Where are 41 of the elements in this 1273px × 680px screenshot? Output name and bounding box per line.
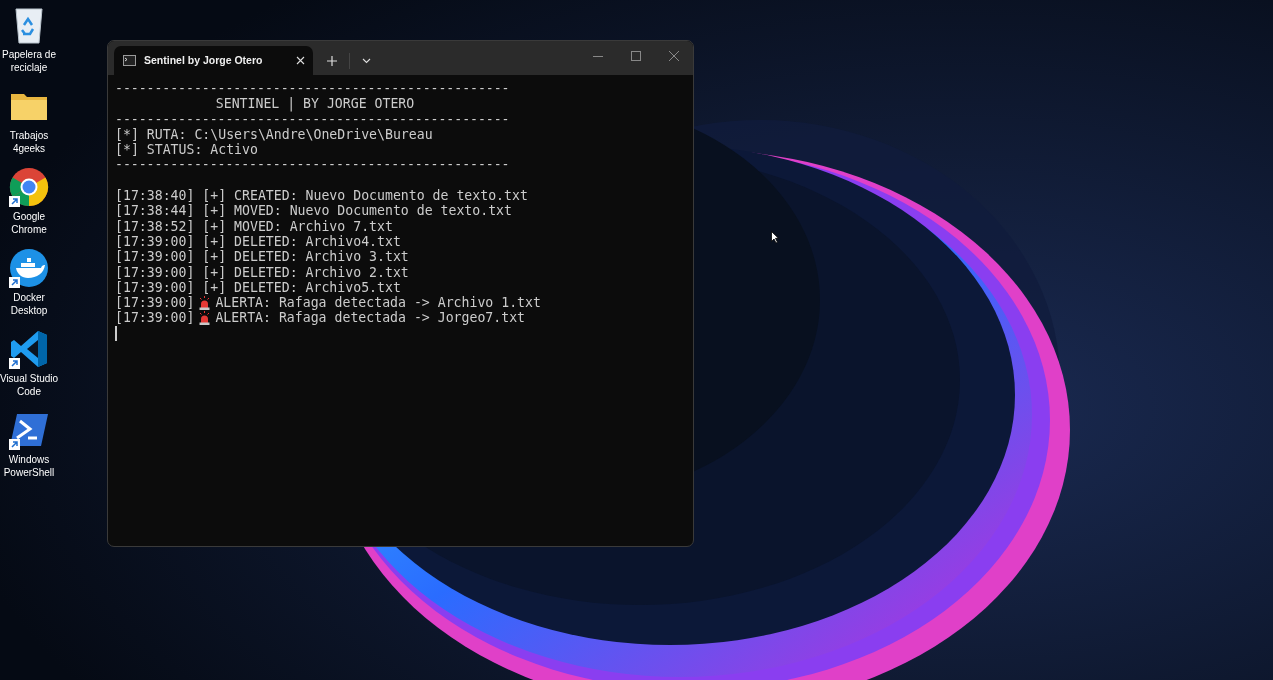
log-line: [17:39:00] [+] DELETED: Archivo 3.txt [115, 249, 409, 265]
divider-line: -------------------------------------------------- [115, 157, 510, 173]
plus-icon[interactable] [327, 55, 337, 66]
log-line: [*] RUTA: C:\Users\Andre\OneDrive\Bureau [115, 126, 433, 143]
log-timestamp: [17:39:00] [115, 295, 195, 311]
terminal-icon [123, 55, 136, 66]
desktop-icon-label[interactable]: Google Chrome [0, 210, 61, 236]
shortcut-arrow-icon [9, 358, 20, 369]
siren-icon [199, 311, 211, 326]
mouse-pointer-icon [771, 231, 779, 244]
alert-message: ALERTA: Rafaga detectada -> Archivo 1.txt [215, 295, 541, 311]
log-line: [17:38:44] [+] MOVED: Nuevo Documento de texto.txt [115, 203, 512, 219]
code-editor-icon [9, 329, 49, 369]
shortcut-arrow-icon [9, 196, 20, 207]
log-timestamp: [17:39:00] [115, 310, 195, 326]
desktop-icon-label[interactable]: Papelera de reciclaje [0, 48, 61, 74]
log-line: [17:39:00] [+] DELETED: Archivo5.txt [115, 279, 401, 296]
shortcut-arrow-icon [9, 439, 20, 450]
log-line: [17:39:00] [+] DELETED: Archivo4.txt [115, 233, 401, 250]
terminal-icon [9, 412, 49, 448]
whale-icon [9, 248, 49, 288]
tab[interactable]: Sentinel by Jorge Otero [114, 46, 313, 75]
desktop-icon-label[interactable]: Windows PowerShell [0, 453, 61, 479]
browser-icon [9, 167, 49, 207]
alert-message: ALERTA: Rafaga detectada -> Jorgeo7.txt [215, 310, 526, 326]
maximize-icon[interactable] [631, 51, 641, 61]
divider-line: -------------------------------------------------- [115, 81, 510, 97]
text-cursor [115, 325, 117, 341]
chevron-down-icon[interactable] [362, 57, 371, 64]
log-line: [17:39:00] [+] DELETED: Archivo 2.txt [115, 264, 409, 280]
app-heading: SENTINEL | BY JORGE OTERO [215, 96, 415, 112]
divider-line: -------------------------------------------------- [115, 111, 510, 127]
log-line: [17:38:52] [+] MOVED: Archivo 7.txt [115, 218, 393, 234]
siren-icon [199, 295, 211, 310]
desktop-icon-label[interactable]: Trabajos 4geeks [0, 129, 61, 155]
desktop-icon-label[interactable]: Docker Desktop [0, 291, 61, 317]
log-line: [*] STATUS: Activo [115, 142, 258, 158]
shortcut-arrow-icon [9, 277, 20, 288]
desktop-icon-label[interactable]: Visual Studio Code [0, 372, 61, 398]
log-line: [17:38:40] [+] CREATED: Nuevo Documento de texto.txt [115, 188, 528, 204]
tab-title: Sentinel by Jorge Otero [144, 52, 264, 68]
